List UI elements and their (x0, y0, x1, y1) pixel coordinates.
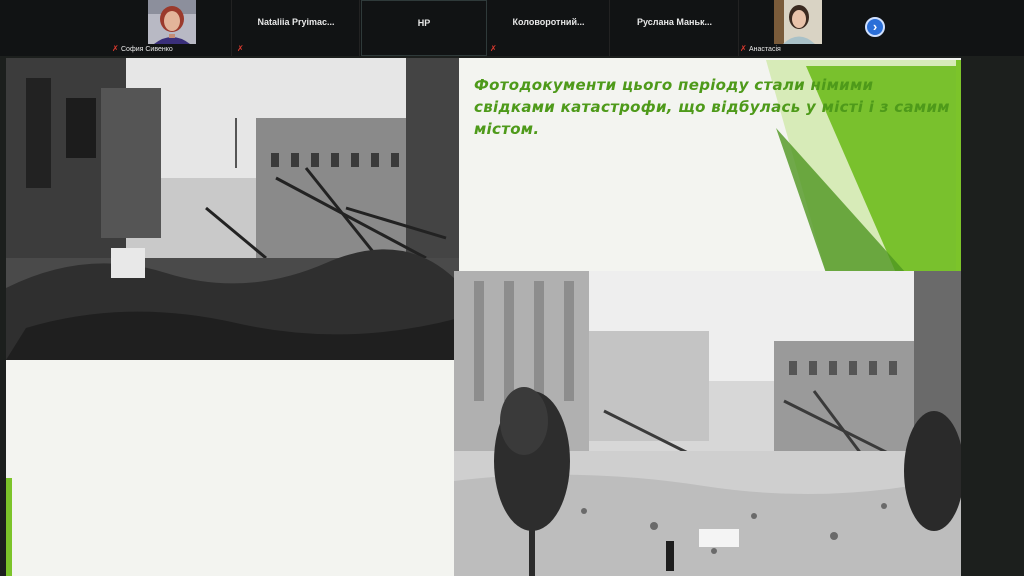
chevron-right-icon[interactable]: › (865, 17, 885, 37)
slide-caption: Фотодокументи цього періоду стали німими… (474, 76, 950, 138)
participant-name: София Сивенко (121, 46, 173, 53)
participant-tile-nataliia[interactable]: Nataliia Pryimac... ✗ (233, 0, 360, 56)
participant-strip: ✗ София Сивенко Nataliia Pryimac... ✗ HP… (0, 0, 1024, 56)
participant-tile-ruslana[interactable]: Руслана Маньк... (611, 0, 739, 56)
participant-tile-hp[interactable]: HP (361, 0, 487, 56)
avatar (774, 0, 822, 44)
participant-name: Анастасія (749, 46, 781, 53)
participant-tile-anastasia[interactable]: ✗ Анастасія (740, 0, 858, 56)
muted-mic-icon: ✗ (237, 44, 244, 53)
presentation-slide: Фотодокументи цього періоду стали німими… (6, 58, 961, 576)
participant-name: Руслана Маньк... (636, 17, 713, 27)
ruined-building-photo-top (6, 58, 459, 360)
ruined-street-photo-bottom (454, 271, 961, 576)
muted-mic-icon: ✗ (112, 44, 119, 53)
participant-name: Nataliia Pryimac... (257, 17, 335, 27)
participant-name: Коловоротний... (512, 17, 585, 27)
participant-tile-kolovorotnyi[interactable]: Коловоротний... ✗ (488, 0, 610, 56)
muted-mic-icon: ✗ (740, 44, 747, 53)
participant-name: HP (417, 18, 431, 28)
shared-screen: Фотодокументи цього періоду стали німими… (0, 56, 1024, 576)
participant-tile-sofia[interactable]: ✗ София Сивенко (110, 0, 232, 56)
muted-mic-icon: ✗ (490, 44, 497, 53)
avatar (148, 0, 196, 44)
